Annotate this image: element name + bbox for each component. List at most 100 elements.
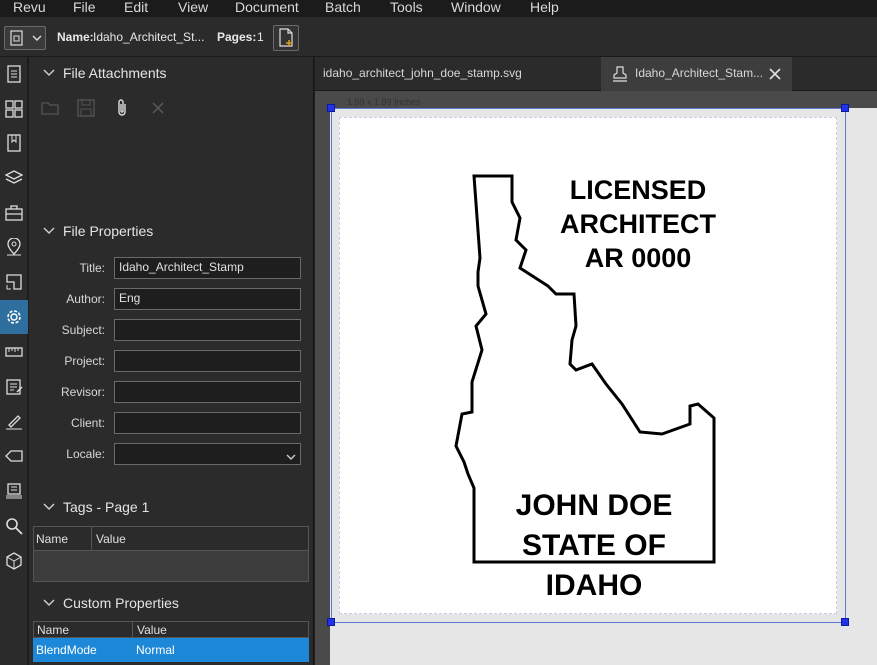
stamp-top-text: LICENSED ARCHITECT AR 0000 <box>548 173 728 275</box>
custom-property-value[interactable]: Normal <box>136 643 175 657</box>
author-label: Author: <box>66 292 105 306</box>
menu-file[interactable]: File <box>73 0 96 16</box>
custom-property-row[interactable]: BlendMode Normal <box>33 638 309 662</box>
chevron-down-icon <box>43 498 63 516</box>
pages-label: Pages: <box>217 30 257 44</box>
revisor-property-row: Revisor: <box>29 381 314 403</box>
save-icon[interactable] <box>75 97 97 119</box>
tags-icon[interactable] <box>0 439 28 473</box>
properties-panel: File Attachments File Properties Title: … <box>29 57 314 665</box>
subject-property-row: Subject: <box>29 319 314 341</box>
revisor-field[interactable] <box>114 381 301 403</box>
title-property-row: Title: Idaho_Architect_Stamp <box>29 257 314 279</box>
close-tab-icon[interactable] <box>767 66 783 82</box>
project-label: Project: <box>64 354 105 368</box>
custom-properties-header[interactable]: Custom Properties <box>43 594 179 612</box>
stamp-line-state: STATE OF IDAHO <box>522 529 666 602</box>
stamp-line-licensed: LICENSED <box>569 175 707 205</box>
batch-icon[interactable] <box>0 474 28 508</box>
subject-label: Subject: <box>61 323 105 337</box>
stamp-line-license-number: AR 0000 <box>584 243 692 273</box>
locale-property-row: Locale: <box>29 443 314 465</box>
properties-gear-icon[interactable] <box>0 300 28 334</box>
chevron-down-icon <box>43 594 63 612</box>
resize-handle-top-right[interactable] <box>841 104 849 112</box>
locale-label: Locale: <box>66 447 105 461</box>
menu-window[interactable]: Window <box>451 0 501 16</box>
places-icon[interactable] <box>0 230 28 264</box>
document-toolbar: Name: Idaho_Architect_St... Pages: 1 <box>0 17 877 57</box>
markups-list-icon[interactable] <box>0 370 28 404</box>
project-property-row: Project: <box>29 350 314 372</box>
new-page-icon <box>279 28 293 47</box>
pages-count: 1 <box>257 30 264 44</box>
signatures-icon[interactable] <box>0 404 28 438</box>
author-property-row: Author: Eng <box>29 288 314 310</box>
stamp-bottom-text: JOHN DOE STATE OF IDAHO <box>480 486 708 606</box>
insert-page-button[interactable] <box>273 25 299 51</box>
3d-icon[interactable] <box>0 544 28 578</box>
dimension-label: 1.99 x 1.99 Inches <box>347 97 421 107</box>
file-properties-header[interactable]: File Properties <box>43 222 153 240</box>
stamp-line-architect: ARCHITECT <box>560 209 716 239</box>
menu-document[interactable]: Document <box>235 0 299 16</box>
paperclip-icon[interactable] <box>111 97 133 119</box>
spaces-icon[interactable] <box>0 265 28 299</box>
delete-attachment-icon[interactable] <box>147 97 169 119</box>
revisor-label: Revisor: <box>60 385 105 399</box>
tags-table-body[interactable] <box>33 551 309 582</box>
bookmarks-icon[interactable] <box>0 126 28 160</box>
file-attachments-header[interactable]: File Attachments <box>43 64 167 82</box>
stamp-icon <box>611 65 629 87</box>
measurements-icon[interactable] <box>0 335 28 369</box>
tags-header[interactable]: Tags - Page 1 <box>43 498 149 516</box>
search-icon[interactable] <box>0 509 28 543</box>
custom-value-column[interactable]: Value <box>137 623 167 637</box>
document-name-label: Name: <box>57 30 94 44</box>
locale-select[interactable] <box>114 443 301 465</box>
chevron-down-icon <box>286 450 296 464</box>
document-canvas[interactable]: 1.99 x 1.99 Inches LICENSED ARCHITECT AR… <box>315 91 877 665</box>
tab-stamp[interactable]: Idaho_Architect_Stam... <box>601 57 792 91</box>
menu-edit[interactable]: Edit <box>124 0 148 16</box>
thumbnails-icon[interactable] <box>0 57 28 91</box>
client-property-row: Client: <box>29 412 314 434</box>
stamp-page: LICENSED ARCHITECT AR 0000 JOHN DOE STAT… <box>339 117 837 614</box>
document-menu-button[interactable] <box>4 26 46 50</box>
tab-svg-file[interactable]: idaho_architect_john_doe_stamp.svg <box>315 57 600 91</box>
custom-property-name: BlendMode <box>36 643 97 657</box>
stamp-line-name: JOHN DOE <box>515 489 673 522</box>
open-folder-icon[interactable] <box>39 97 61 119</box>
tags-name-column[interactable]: Name <box>36 532 68 546</box>
menu-tools[interactable]: Tools <box>390 0 423 16</box>
menu-view[interactable]: View <box>178 0 208 16</box>
custom-name-column[interactable]: Name <box>37 623 69 637</box>
tags-table-header: Name Value <box>33 526 309 551</box>
menu-revu[interactable]: Revu <box>13 0 46 16</box>
resize-handle-top-left[interactable] <box>327 104 335 112</box>
client-field[interactable] <box>114 412 301 434</box>
author-field[interactable]: Eng <box>114 288 301 310</box>
document-icon <box>10 30 42 46</box>
subject-field[interactable] <box>114 319 301 341</box>
chevron-down-icon <box>43 222 63 240</box>
grid-icon[interactable] <box>0 92 28 126</box>
menu-help[interactable]: Help <box>530 0 559 16</box>
menu-batch[interactable]: Batch <box>325 0 361 16</box>
resize-handle-bottom-right[interactable] <box>841 618 849 626</box>
title-label: Title: <box>79 261 105 275</box>
custom-properties-table-header: Name Value <box>33 621 309 638</box>
document-name-value: Idaho_Architect_St... <box>93 30 205 44</box>
document-tabs: idaho_architect_john_doe_stamp.svg Idaho… <box>315 57 877 91</box>
title-field[interactable]: Idaho_Architect_Stamp <box>114 257 301 279</box>
layers-icon[interactable] <box>0 161 28 195</box>
attachment-toolbar <box>39 97 189 121</box>
panel-icon-bar <box>0 57 28 665</box>
client-label: Client: <box>70 416 105 430</box>
resize-handle-bottom-left[interactable] <box>327 618 335 626</box>
project-field[interactable] <box>114 350 301 372</box>
chevron-down-icon <box>43 64 63 82</box>
menu-bar: Revu File Edit View Document Batch Tools… <box>0 0 877 17</box>
toolchest-icon[interactable] <box>0 196 28 230</box>
tags-value-column[interactable]: Value <box>96 532 126 546</box>
